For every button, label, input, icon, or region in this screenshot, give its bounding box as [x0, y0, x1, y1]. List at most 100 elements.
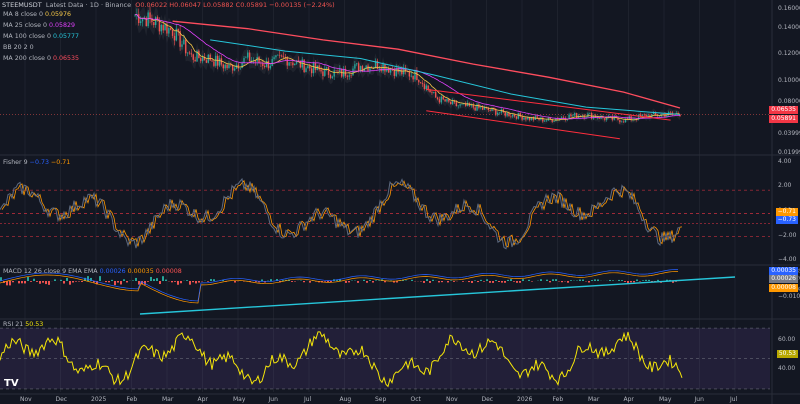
macd-histogram-bar: [171, 281, 173, 283]
price-tick-label: 0.10000: [778, 77, 800, 84]
chart-canvas[interactable]: 0.16000 0.14000 0.12000 0.10000 0.08000 0.039…: [0, 0, 800, 404]
candle-body: [305, 68, 307, 73]
candle-body: [421, 83, 424, 85]
candle-body: [621, 121, 623, 123]
ma-legend-value: 0.05829: [49, 22, 76, 29]
macd-histogram-bar: [48, 281, 50, 285]
candle-body: [201, 57, 204, 62]
candle-body: [158, 20, 161, 32]
macd-histogram-bar: [192, 281, 194, 283]
candle-body: [418, 80, 420, 83]
candle-body: [138, 14, 140, 24]
candle-body: [433, 91, 435, 93]
ma-legend-item[interactable]: MA 8 close 0 0.05976: [3, 11, 71, 19]
time-tick-label: 2026: [517, 396, 532, 403]
rsi-tick-label: 60.00: [778, 336, 795, 343]
rsi-pane[interactable]: [0, 327, 770, 390]
candle-body: [354, 64, 356, 69]
macd-histogram-bar: [159, 281, 161, 284]
rsi-label[interactable]: RSI 21: [3, 321, 23, 328]
candle-body: [545, 120, 548, 121]
fisher-label[interactable]: Fisher 9: [3, 159, 28, 166]
macd-histogram-bar: [327, 281, 329, 283]
candle-body: [483, 107, 486, 110]
candle-body: [436, 97, 439, 100]
candle-body: [286, 57, 288, 66]
macd-histogram-bar: [429, 281, 431, 283]
ma-legend-item[interactable]: MA 200 close 0 0.06535: [3, 55, 79, 63]
value-badge: 0.05891: [769, 115, 798, 123]
candle-body: [181, 44, 183, 47]
macd-histogram-bar: [552, 279, 554, 281]
candle-body: [337, 70, 339, 72]
macd-histogram-bar: [645, 279, 647, 281]
candle-body: [512, 114, 514, 117]
candle-body: [523, 117, 525, 120]
candle-body: [294, 63, 296, 66]
macd-histogram-bar: [270, 279, 272, 281]
macd-histogram-bar: [18, 281, 20, 284]
macd-histogram-bar: [207, 281, 209, 282]
macd-histogram-bar: [75, 281, 77, 282]
candle-body: [393, 70, 396, 76]
candle-body: [587, 113, 589, 117]
tradingview-logo[interactable]: TV: [4, 378, 22, 392]
candle-body: [416, 70, 418, 81]
price-pane[interactable]: [0, 1, 770, 140]
macd-histogram-bar: [21, 281, 23, 284]
macd-histogram-bar: [657, 279, 659, 281]
macd-histogram-bar: [486, 279, 488, 281]
macd-histogram-bar: [186, 280, 188, 281]
macd-histogram-bar: [567, 281, 569, 283]
value-badge: 50.53: [776, 350, 798, 358]
macd-histogram-bar: [375, 280, 377, 281]
macd-histogram-bar: [39, 281, 41, 284]
candle-body: [348, 75, 350, 77]
time-tick-label: May: [233, 396, 246, 403]
macd-histogram-bar: [45, 281, 47, 285]
macd-histogram-bar: [132, 280, 134, 281]
candle-body: [162, 24, 164, 31]
candle-body: [248, 52, 251, 62]
candle-body: [589, 113, 591, 114]
candle-body: [350, 75, 352, 76]
macd-histogram-bar: [426, 279, 428, 281]
fisher-pane[interactable]: [0, 177, 770, 250]
macd-histogram-bar: [570, 280, 572, 281]
macd-pane[interactable]: [0, 269, 736, 315]
price-tick-label: 0.12000: [778, 50, 800, 57]
candle-body: [480, 107, 482, 108]
macd-histogram-bar: [591, 280, 593, 281]
candle-body: [290, 62, 292, 63]
macd-histogram-bar: [60, 279, 62, 281]
symbol-title[interactable]: STEEMUSDT: [2, 1, 42, 9]
macd-histogram-bar: [474, 280, 476, 281]
candle-body: [262, 63, 264, 67]
macd-histogram-bar: [507, 279, 509, 281]
macd-histogram-bar: [12, 281, 14, 283]
candle-body: [139, 21, 142, 24]
value-badge: −0.73: [775, 216, 798, 224]
candle-body: [292, 62, 294, 66]
macd-histogram-bar: [582, 279, 584, 281]
macd-histogram-bar: [621, 280, 623, 281]
candle-body: [335, 70, 337, 71]
candle-body: [277, 55, 279, 56]
candle-body: [333, 70, 335, 77]
macd-histogram-bar: [555, 279, 557, 281]
candle-body: [386, 68, 388, 72]
macd-histogram-bar: [492, 281, 494, 283]
macd-histogram-bar: [495, 280, 497, 281]
candle-body: [357, 63, 360, 72]
macd-histogram-bar: [594, 279, 596, 281]
macd-histogram-bar: [213, 279, 215, 281]
macd-histogram-bar: [357, 281, 359, 283]
ma-legend-item[interactable]: MA 100 close 0 0.05777: [3, 33, 79, 41]
ma-legend-item[interactable]: BB 20 2 0: [3, 44, 34, 52]
ma-legend-item[interactable]: MA 25 close 0 0.05829: [3, 22, 75, 30]
candle-body: [643, 114, 645, 116]
macd-label[interactable]: MACD 12 26 close 9 EMA EMA: [3, 268, 98, 275]
candle-body: [510, 116, 512, 117]
fisher-legend: Fisher 9 −0.73 −0.71: [3, 159, 70, 167]
macd-histogram-bar: [348, 281, 350, 283]
